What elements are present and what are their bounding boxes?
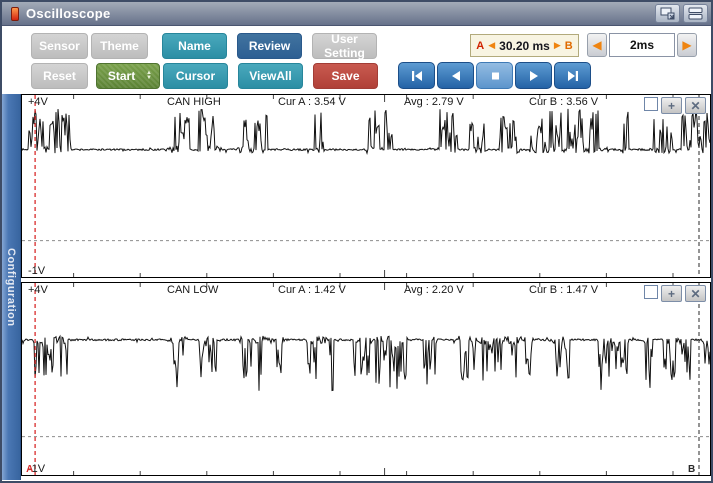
cursor-delta-value: 30.20 ms — [499, 39, 550, 53]
app-icon — [11, 7, 19, 21]
channel-add-button[interactable]: + — [661, 97, 682, 114]
toolbar-row-1: Sensor Theme Name Review User Setting — [31, 33, 377, 59]
sensor-button[interactable]: Sensor — [31, 33, 88, 59]
channel-select-checkbox[interactable] — [644, 97, 658, 111]
stop-icon — [488, 70, 502, 82]
save-button[interactable]: Save — [313, 63, 378, 89]
cursor-a-tag: A — [476, 40, 484, 52]
timebase-spinner: ◀ 2ms ▶ — [587, 33, 697, 57]
cursor-button[interactable]: Cursor — [163, 63, 228, 89]
window-menu-button[interactable] — [683, 4, 708, 23]
waveform-plot-can-low[interactable] — [22, 283, 710, 475]
skip-to-end-icon — [566, 70, 580, 82]
play-button[interactable] — [515, 62, 552, 89]
review-button[interactable]: Review — [237, 33, 302, 59]
channel-add-button[interactable]: + — [661, 285, 682, 302]
oscilloscope-window: Oscilloscope Sensor Theme Name Review Us… — [0, 0, 713, 483]
detach-window-button[interactable] — [655, 4, 680, 23]
cursor-b-tag: B — [565, 40, 573, 52]
user-setting-button[interactable]: User Setting — [312, 33, 377, 59]
titlebar: Oscilloscope — [2, 2, 711, 26]
channel-controls: + ✕ — [644, 285, 706, 302]
channel-select-checkbox[interactable] — [644, 285, 658, 299]
timebase-value[interactable]: 2ms — [609, 33, 675, 57]
cursor-b-measure: Cur B : 1.47 V — [529, 284, 598, 296]
skip-to-end-button[interactable] — [554, 62, 591, 89]
step-back-button[interactable] — [437, 62, 474, 89]
cursor-ab-readout: A ◀ 30.20 ms ▶ B — [470, 34, 579, 57]
cursor-b-measure: Cur B : 3.56 V — [529, 96, 598, 108]
channel-name: CAN LOW — [167, 284, 218, 296]
volt-bottom-label: -1V — [28, 265, 45, 277]
channel-controls: + ✕ — [644, 97, 706, 114]
waveform-plot-can-high[interactable] — [22, 95, 710, 277]
channel-close-button[interactable]: ✕ — [685, 285, 706, 302]
volt-top-label: +4V — [28, 284, 48, 296]
channel-close-button[interactable]: ✕ — [685, 97, 706, 114]
timebase-decrease-button[interactable]: ◀ — [587, 33, 607, 57]
toolbar: Sensor Theme Name Review User Setting Re… — [2, 26, 711, 94]
cursor-a-marker-label[interactable]: A — [26, 464, 33, 475]
start-button-label: Start — [97, 69, 146, 83]
step-back-icon — [449, 70, 463, 82]
configuration-tab[interactable]: Configuration — [2, 94, 21, 480]
cursor-a-left-arrow-icon[interactable]: ◀ — [488, 40, 495, 51]
reset-button[interactable]: Reset — [31, 63, 88, 89]
toolbar-row-2: Reset Start ▲▼ Cursor ViewAll Save — [31, 63, 378, 89]
channel-can-low: +4V CAN LOW Cur A : 1.42 V Avg : 2.20 V … — [21, 282, 711, 476]
cursor-a-measure: Cur A : 1.42 V — [278, 284, 346, 296]
start-button[interactable]: Start ▲▼ — [96, 63, 160, 89]
average-measure: Avg : 2.20 V — [404, 284, 464, 296]
channel-stack: +4V CAN HIGH Cur A : 3.54 V Avg : 2.79 V… — [21, 94, 711, 480]
viewall-button[interactable]: ViewAll — [238, 63, 303, 89]
main-area: Configuration +4V CAN HIGH Cur A : 3.54 … — [2, 94, 711, 480]
play-icon — [527, 70, 541, 82]
window-title: Oscilloscope — [26, 6, 111, 21]
volt-top-label: +4V — [28, 96, 48, 108]
average-measure: Avg : 2.79 V — [404, 96, 464, 108]
playback-controls — [398, 62, 591, 89]
timebase-increase-button[interactable]: ▶ — [677, 33, 697, 57]
cursor-a-measure: Cur A : 3.54 V — [278, 96, 346, 108]
name-button[interactable]: Name — [162, 33, 227, 59]
detach-window-icon — [660, 7, 675, 20]
spinner-arrows-icon: ▲▼ — [146, 71, 152, 81]
skip-to-start-icon — [410, 70, 424, 82]
channel-can-high: +4V CAN HIGH Cur A : 3.54 V Avg : 2.79 V… — [21, 94, 711, 278]
skip-to-start-button[interactable] — [398, 62, 435, 89]
window-menu-icon — [688, 7, 703, 20]
stop-button[interactable] — [476, 62, 513, 89]
channel-name: CAN HIGH — [167, 96, 221, 108]
cursor-b-marker-label[interactable]: B — [688, 464, 695, 475]
cursor-b-right-arrow-icon[interactable]: ▶ — [554, 40, 561, 51]
configuration-tab-label: Configuration — [5, 248, 17, 327]
theme-button[interactable]: Theme — [91, 33, 148, 59]
